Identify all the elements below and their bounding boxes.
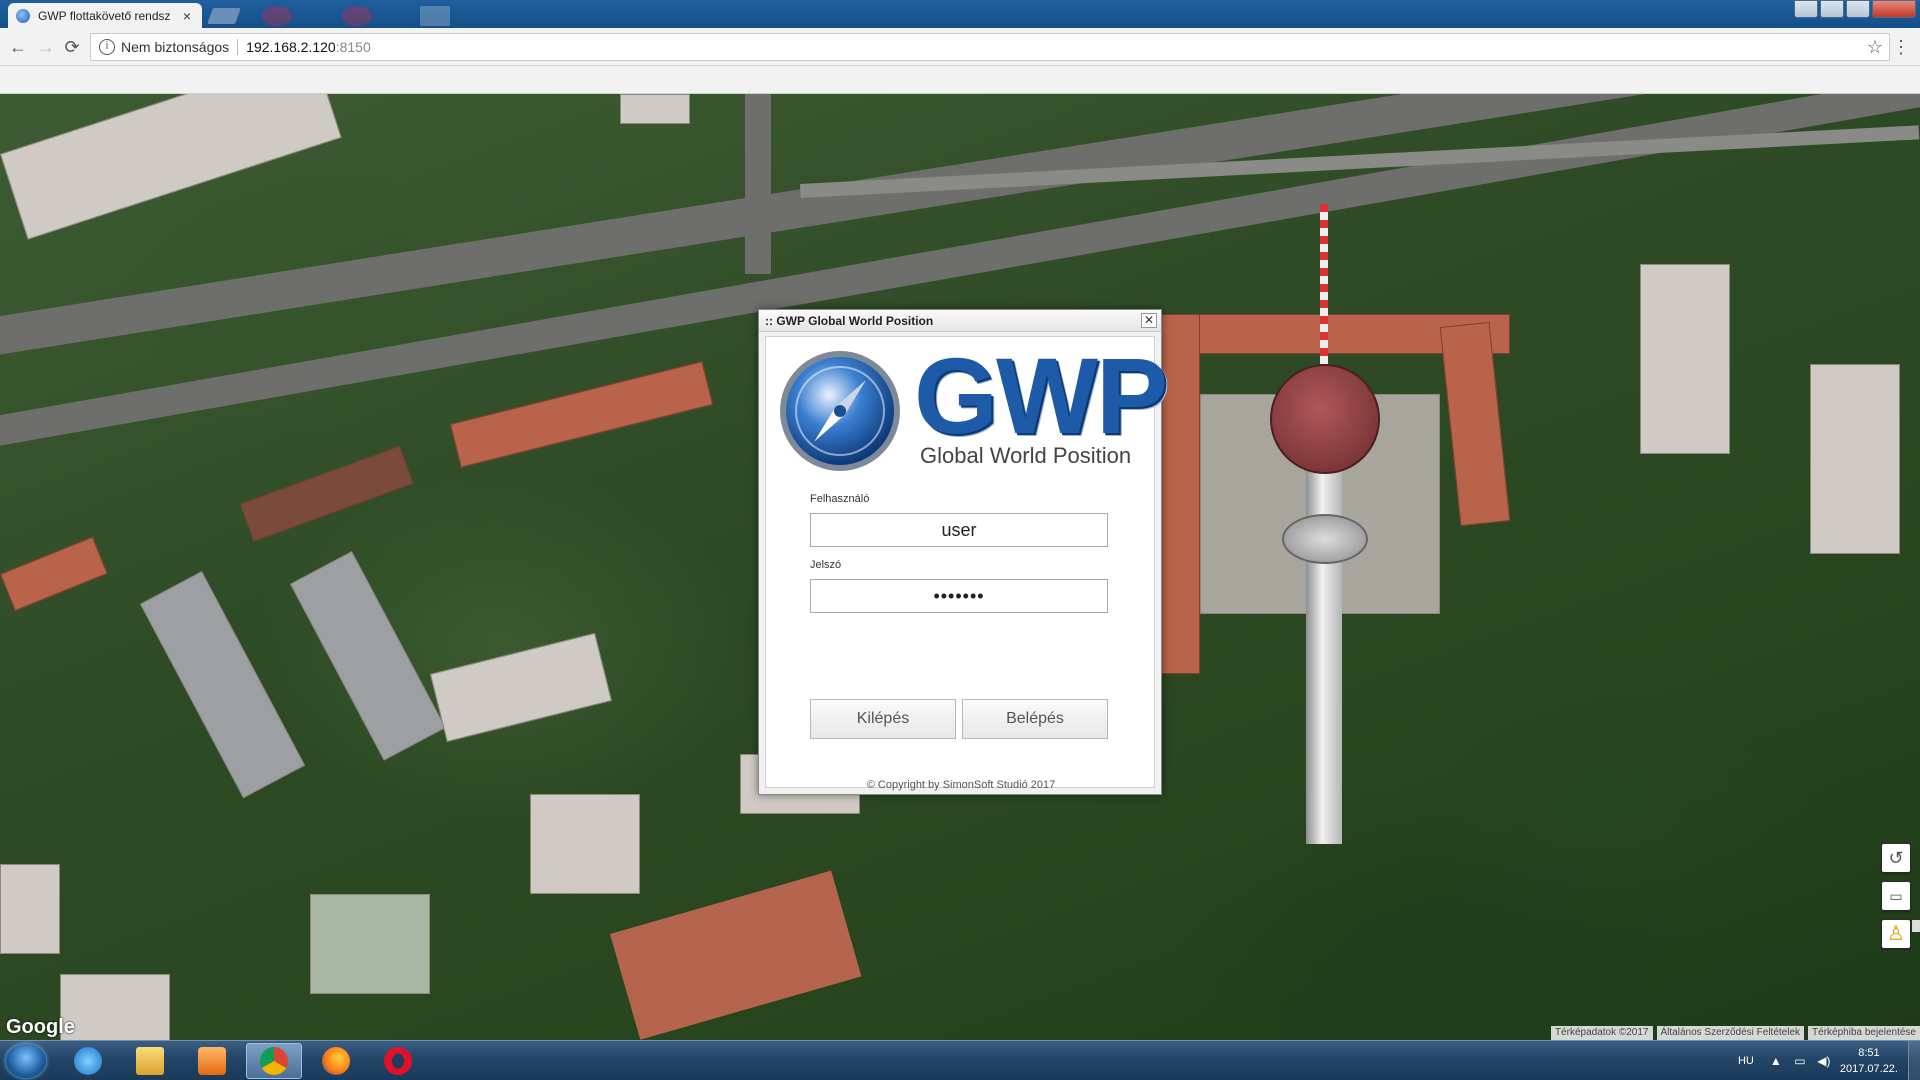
system-tray: HU ▲ ▭ ◀) 8:51 2017.07.22. (1738, 1041, 1920, 1080)
password-input[interactable]: ••••••• (810, 579, 1108, 613)
windows-taskbar: HU ▲ ▭ ◀) 8:51 2017.07.22. (0, 1040, 1920, 1080)
tilt-icon[interactable]: ▭ (1882, 882, 1910, 910)
show-desktop-button[interactable] (1908, 1041, 1920, 1080)
folder-icon (136, 1047, 164, 1075)
exit-button[interactable]: Kilépés (810, 699, 956, 739)
url-host: 192.168.2.120 (246, 39, 336, 55)
window-controls (1794, 0, 1916, 18)
reload-button[interactable]: ⟳ (62, 37, 82, 57)
dialog-title: :: GWP Global World Position (765, 314, 934, 328)
login-dialog: :: GWP Global World Position ✕ GWP Globa… (758, 309, 1168, 795)
file-explorer-button[interactable] (122, 1043, 178, 1079)
tab-close-icon[interactable]: × (180, 8, 194, 24)
background-blur-icon (420, 6, 450, 26)
map-attribution: Térképadatok ©2017 Általános Szerződési … (1550, 1026, 1920, 1040)
clock[interactable]: 8:51 2017.07.22. (1840, 1045, 1898, 1077)
map-roof (0, 536, 108, 612)
maximize-button[interactable] (1846, 0, 1870, 18)
media-player-button[interactable] (184, 1043, 240, 1079)
start-button[interactable] (6, 1044, 46, 1078)
browser-toolbar: ← → ⟳ i Nem biztonságos 192.168.2.120 :8… (0, 28, 1920, 66)
map-building (0, 94, 342, 240)
address-bar[interactable]: i Nem biztonságos 192.168.2.120 :8150 ☆ (90, 33, 1890, 61)
chrome-icon (260, 1047, 288, 1075)
tower-platform (1282, 514, 1368, 564)
forward-button[interactable]: → (36, 37, 56, 57)
security-indicator[interactable]: Nem biztonságos (121, 39, 229, 55)
rotate-icon[interactable]: ↺ (1882, 844, 1910, 872)
map-building (310, 894, 430, 994)
map-building (290, 551, 446, 761)
bookmark-bar (0, 66, 1920, 94)
internet-explorer-button[interactable] (60, 1043, 116, 1079)
compass-globe-icon (780, 351, 900, 471)
map-building (530, 794, 640, 894)
dialog-body: GWP Global World Position Felhasználó us… (765, 336, 1168, 791)
clock-date: 2017.07.22. (1839, 1063, 1898, 1075)
tv-tower (1306, 424, 1342, 844)
divider (237, 39, 239, 55)
map-roof (1160, 314, 1200, 674)
firefox-button[interactable] (308, 1043, 364, 1079)
map-building (430, 632, 612, 742)
copyright-text: © Copyright by SimonSoft Studió 2017 (866, 779, 1056, 791)
scrollbar-thumb[interactable] (1912, 920, 1920, 932)
report-error-link[interactable]: Térképhiba bejelentése (1808, 1026, 1920, 1040)
media-player-icon (198, 1047, 226, 1075)
network-icon[interactable]: ▭ (1792, 1054, 1808, 1068)
login-button[interactable]: Belépés (962, 699, 1108, 739)
logo-subtitle: Global World Position (920, 443, 1132, 468)
show-hidden-icons-icon[interactable]: ▲ (1768, 1054, 1784, 1068)
bookmark-star-icon[interactable]: ☆ (1867, 37, 1883, 58)
tower-head (1270, 364, 1380, 474)
browser-titlebar: GWP flottakövető rendsz × (0, 0, 1920, 28)
map-building (0, 864, 60, 954)
volume-icon[interactable]: ◀) (1816, 1054, 1832, 1068)
background-blur-icon (342, 6, 372, 26)
map-road (745, 94, 771, 274)
firefox-icon (322, 1047, 350, 1075)
user-profile-button[interactable] (1794, 0, 1818, 18)
chrome-button[interactable] (246, 1043, 302, 1079)
url-port: :8150 (335, 39, 371, 55)
username-input[interactable]: user (810, 513, 1108, 547)
opera-button[interactable] (370, 1043, 426, 1079)
language-indicator[interactable]: HU (1738, 1055, 1754, 1067)
clock-time: 8:51 (1858, 1047, 1880, 1059)
opera-icon (384, 1047, 412, 1075)
new-tab-button[interactable] (207, 8, 241, 24)
username-label: Felhasználó (810, 493, 870, 505)
background-blur-icon (262, 6, 292, 26)
internet-explorer-icon (74, 1047, 102, 1075)
map-data-credit: Térképadatok ©2017 (1550, 1026, 1653, 1040)
terms-link[interactable]: Általános Szerződési Feltételek (1656, 1026, 1805, 1040)
map-building (140, 571, 306, 799)
back-button[interactable]: ← (8, 37, 28, 57)
info-icon[interactable]: i (99, 39, 115, 55)
browser-menu-icon[interactable]: ⋮ (1892, 37, 1910, 57)
tab-title: GWP flottakövető rendsz (38, 8, 171, 23)
map-building (620, 94, 690, 124)
minimize-button[interactable] (1820, 0, 1844, 18)
dialog-titlebar[interactable]: :: GWP Global World Position ✕ (759, 310, 1161, 332)
map-roof (240, 445, 414, 542)
tennis-court (610, 870, 862, 1040)
gwp-logo-text: GWP (914, 335, 1168, 456)
password-label: Jelszó (810, 559, 842, 571)
map-roof (450, 361, 714, 468)
favicon-icon (16, 8, 30, 23)
window-close-button[interactable] (1872, 0, 1916, 18)
map-building (60, 974, 170, 1040)
map-building (1640, 264, 1730, 454)
map-building (1810, 364, 1900, 554)
dialog-close-button[interactable]: ✕ (1141, 313, 1157, 328)
google-logo[interactable]: Google (6, 1016, 75, 1039)
pegman-icon[interactable]: ♙ (1882, 920, 1910, 948)
browser-tab-active[interactable]: GWP flottakövető rendsz × (8, 3, 202, 28)
